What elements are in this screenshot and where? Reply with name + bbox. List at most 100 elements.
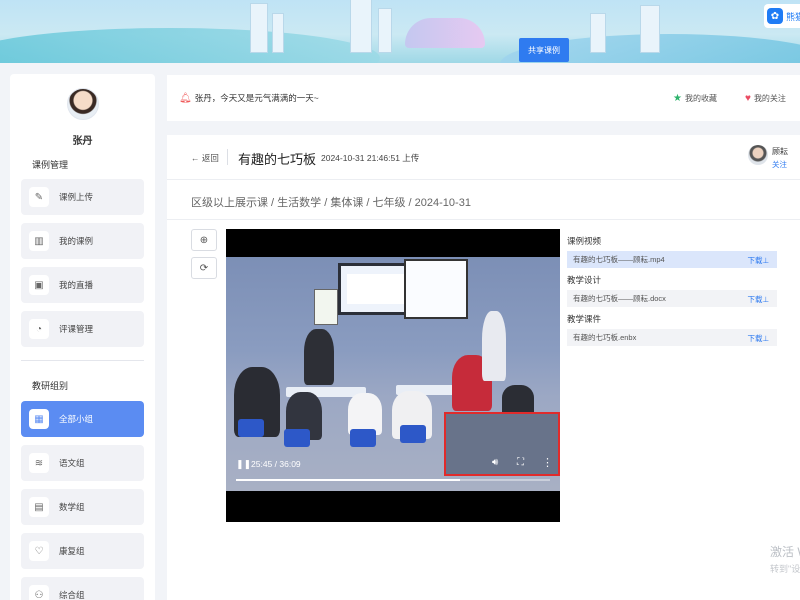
sidebar-item-chinese[interactable]: ≋ 语文组 — [21, 445, 144, 481]
course-header: ← 返回 有趣的七巧板 2024-10-31 21:46:51 上传 顾耘 关注 — [167, 135, 800, 180]
activation-watermark: 激活 W — [770, 545, 800, 559]
teacher-name: 顾耘 — [772, 147, 788, 156]
upload-icon: ✎ — [29, 187, 49, 207]
rotate-icon: ⟳ — [199, 262, 209, 274]
sidebar-item-label: 康复组 — [59, 546, 85, 556]
back-button[interactable]: ← 返回 — [191, 152, 219, 164]
upload-time: 2024-10-31 21:46:51 上传 — [321, 153, 420, 163]
sidebar-item-all-groups[interactable]: ▦ 全部小组 — [21, 401, 144, 437]
my-favorites-link[interactable]: ★ 我的收藏 — [673, 93, 717, 104]
sidebar-item-label: 评课管理 — [59, 324, 94, 334]
bell-icon: 🔔︎ — [179, 92, 192, 104]
resource-file-name: 有趣的七巧板.enbx — [573, 333, 637, 342]
heart-icon: ♥ — [745, 93, 751, 104]
pause-icon[interactable]: ❚❚ — [236, 459, 251, 470]
follow-button[interactable]: 关注 — [772, 159, 787, 170]
back-label: 返回 — [201, 153, 219, 163]
layers-icon: ≋ — [29, 453, 49, 473]
book-icon: ▥ — [29, 231, 49, 251]
banner-building — [590, 13, 606, 53]
banner-building — [272, 13, 284, 53]
greeting-bar: 🔔︎ 张丹，今天又是元气满满的一天~ ★ 我的收藏 ♥ 我的关注 — [167, 75, 800, 121]
heart-shield-icon: ♡ — [29, 541, 49, 561]
resource-section-courseware: 教学课件 — [567, 314, 602, 324]
resource-file-design[interactable]: 有趣的七巧板——顾耘.docx 下载⊥ — [567, 290, 777, 307]
resource-file-name: 有趣的七巧板——顾耘.docx — [573, 294, 666, 303]
resource-file-name: 有趣的七巧板——顾耘.mp4 — [573, 255, 665, 264]
sidebar-item-general[interactable]: ⚇ 综合组 — [21, 577, 144, 600]
sidebar-item-my-courses[interactable]: ▥ 我的课例 — [21, 223, 144, 259]
video-progress-fill — [236, 479, 460, 481]
classroom-easel — [314, 289, 338, 325]
classroom-chair — [350, 429, 376, 447]
live-icon: ▣ — [29, 275, 49, 295]
sidebar-item-label: 数学组 — [59, 502, 85, 512]
review-icon: ◔ — [29, 319, 49, 339]
classroom-chair — [284, 429, 310, 447]
resource-section-design: 教学设计 — [567, 275, 602, 285]
banner-dome — [405, 18, 485, 48]
sidebar-item-rehab[interactable]: ♡ 康复组 — [21, 533, 144, 569]
brand-logo-icon: ✿ — [767, 8, 783, 24]
teacher-figure — [304, 329, 334, 385]
share-course-button[interactable]: 共享课例 — [519, 38, 569, 62]
sidebar-item-upload[interactable]: ✎ 课例上传 — [21, 179, 144, 215]
section-title-course: 课例管理 — [32, 160, 69, 170]
sidebar-item-label: 课例上传 — [59, 192, 94, 202]
grid-icon: ▦ — [29, 409, 49, 429]
banner-wave — [0, 28, 380, 63]
people-icon: ⚇ — [29, 585, 49, 600]
download-button[interactable]: 下载⊥ — [747, 333, 769, 344]
classroom-chair — [238, 419, 264, 437]
volume-icon[interactable]: 🔊︎ — [492, 457, 498, 468]
breadcrumb-divider — [167, 219, 800, 220]
course-detail-panel: ← 返回 有趣的七巧板 2024-10-31 21:46:51 上传 顾耘 关注… — [167, 135, 800, 600]
activation-watermark-hint: 转到"设置 — [770, 564, 800, 574]
video-player[interactable]: ❚❚ 25:45 / 36:09 🔊︎ ⛶ ⋮ — [226, 229, 560, 522]
brand-badge[interactable]: ✿ 熊猫 — [764, 4, 800, 28]
page-title: 有趣的七巧板 — [238, 152, 317, 167]
banner-building — [250, 3, 268, 53]
zoom-in-button[interactable]: ⊕ — [191, 229, 217, 251]
video-progress-bar[interactable] — [236, 479, 550, 481]
more-options-icon[interactable]: ⋮ — [542, 456, 553, 469]
resource-file-video[interactable]: 有趣的七巧板——顾耘.mp4 下载⊥ — [567, 251, 777, 268]
banner-building — [378, 8, 392, 53]
section-title-group: 教研组别 — [32, 381, 69, 391]
sidebar-item-review[interactable]: ◔ 评课管理 — [21, 311, 144, 347]
classroom-chair — [400, 425, 426, 443]
teacher-avatar[interactable] — [748, 145, 768, 165]
fullscreen-icon[interactable]: ⛶ — [517, 457, 524, 468]
calculator-icon: ▤ — [29, 497, 49, 517]
sidebar-item-label: 我的直播 — [59, 280, 94, 290]
top-banner: 共享课例 ✿ 熊猫 — [0, 0, 800, 63]
greeting: 🔔︎ 张丹，今天又是元气满满的一天~ — [179, 92, 319, 104]
sidebar-divider — [21, 360, 144, 361]
user-name: 张丹 — [72, 136, 93, 147]
my-follows-link[interactable]: ♥ 我的关注 — [745, 93, 786, 104]
download-button[interactable]: 下载⊥ — [747, 255, 769, 266]
video-time: 25:45 / 36:09 — [251, 459, 301, 469]
sidebar-item-label: 我的课例 — [59, 236, 94, 246]
sidebar-item-my-live[interactable]: ▣ 我的直播 — [21, 267, 144, 303]
adult-figure — [482, 311, 506, 381]
avatar[interactable] — [67, 88, 99, 120]
sidebar-item-label: 综合组 — [59, 590, 85, 600]
video-controls: ❚❚ 25:45 / 36:09 🔊︎ ⛶ ⋮ — [226, 451, 560, 491]
brand-text: 熊猫 — [785, 11, 800, 22]
sidebar-item-math[interactable]: ▤ 数学组 — [21, 489, 144, 525]
sidebar-item-label: 语文组 — [59, 458, 85, 468]
duration: 36:09 — [279, 459, 301, 469]
greeting-text: 张丹，今天又是元气满满的一天~ — [194, 93, 319, 103]
star-icon: ★ — [673, 93, 682, 104]
rotate-button[interactable]: ⟳ — [191, 257, 217, 279]
my-follows-label: 我的关注 — [753, 94, 786, 103]
banner-building — [350, 0, 372, 53]
resource-section-video: 课例视频 — [567, 236, 602, 246]
header-divider — [227, 149, 228, 165]
resource-file-courseware[interactable]: 有趣的七巧板.enbx 下载⊥ — [567, 329, 777, 346]
plus-circle-icon: ⊕ — [199, 234, 209, 246]
download-button[interactable]: 下载⊥ — [747, 294, 769, 305]
banner-building — [640, 5, 660, 53]
breadcrumb: 区级以上展示课 / 生活数学 / 集体课 / 七年级 / 2024-10-31 — [191, 197, 471, 209]
